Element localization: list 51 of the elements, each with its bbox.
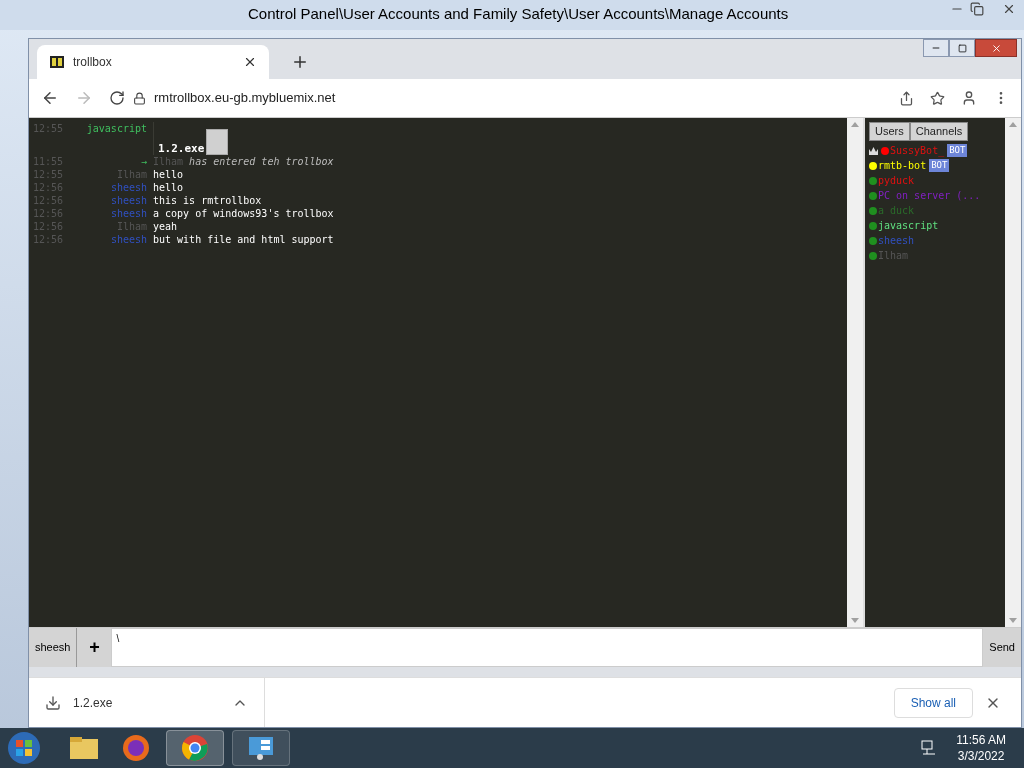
file-name[interactable]: 1.2.exe bbox=[158, 142, 205, 155]
taskbar-button[interactable] bbox=[166, 730, 224, 766]
attach-button[interactable]: + bbox=[77, 628, 112, 667]
reload-icon[interactable] bbox=[109, 90, 125, 106]
maximize-icon bbox=[957, 43, 967, 53]
panel-tab[interactable]: Channels bbox=[909, 122, 969, 141]
file-thumbnail[interactable] bbox=[206, 129, 229, 155]
restore-icon[interactable] bbox=[970, 2, 984, 16]
download-file-name[interactable]: 1.2.exe bbox=[73, 693, 220, 712]
share-icon[interactable] bbox=[899, 90, 914, 106]
message-input[interactable]: \ bbox=[111, 628, 984, 667]
profile-icon[interactable] bbox=[961, 90, 977, 106]
join-text: has entered teh trollbox bbox=[189, 155, 334, 168]
bot-tag: BOT bbox=[929, 159, 950, 172]
window-title: Control Panel\User Accounts and Family Safety\User Accounts\Manage Accounts bbox=[248, 4, 789, 24]
close-tab-icon[interactable] bbox=[243, 55, 257, 69]
message-nick: sheesh bbox=[110, 195, 147, 206]
message-text: hello bbox=[153, 181, 184, 194]
user-name[interactable]: rmtb-bot bbox=[878, 158, 927, 173]
close-icon bbox=[990, 42, 1002, 54]
back-icon[interactable] bbox=[41, 89, 59, 107]
browser-tab[interactable]: trollbox bbox=[37, 45, 269, 79]
new-tab-icon[interactable] bbox=[291, 53, 309, 71]
message-text: a copy of windows93's trollbox bbox=[153, 207, 334, 220]
message-nick: javascript bbox=[86, 123, 147, 134]
message-nick: sheesh bbox=[110, 208, 147, 219]
message-text: hello bbox=[153, 168, 184, 181]
minimize-button[interactable] bbox=[923, 39, 949, 57]
message-text: but with file and html support bbox=[153, 233, 334, 246]
download-icon bbox=[45, 694, 61, 711]
message-nick: sheesh bbox=[110, 234, 147, 245]
message-text: yeah bbox=[153, 220, 178, 233]
chrome-icon bbox=[181, 734, 209, 762]
tab-title: trollbox bbox=[73, 54, 113, 71]
tab-favicon-icon bbox=[49, 54, 65, 70]
message-text: this is rmtrollbox bbox=[153, 194, 262, 207]
clock-date[interactable]: 3/3/2022 bbox=[957, 748, 1005, 764]
join-arrow: → bbox=[140, 156, 147, 167]
send-button[interactable]: Send bbox=[983, 628, 1021, 667]
bot-tag: BOT bbox=[947, 144, 968, 157]
show-all-button[interactable]: Show all bbox=[893, 687, 973, 718]
bookmark-star-icon[interactable] bbox=[930, 90, 945, 106]
nick-label[interactable]: sheesh bbox=[29, 628, 78, 667]
clock-time[interactable]: 11:56 AM bbox=[956, 732, 1006, 748]
taskbar-button[interactable] bbox=[232, 730, 290, 766]
close-icon[interactable] bbox=[1002, 2, 1016, 16]
control-panel-icon bbox=[247, 735, 275, 761]
maximize-button[interactable] bbox=[949, 39, 975, 57]
user-name[interactable]: javascript bbox=[878, 218, 939, 233]
message-nick: sheesh bbox=[110, 182, 147, 193]
panel-tab[interactable]: Users bbox=[869, 122, 910, 141]
